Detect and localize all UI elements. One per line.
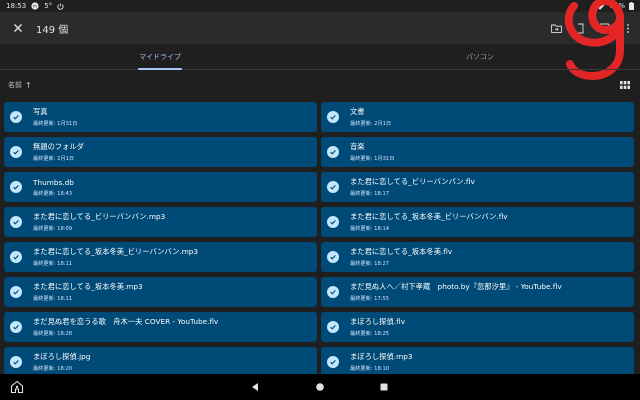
status-temperature: 5° [44,2,53,10]
file-name: また君に恋してる_坂本冬美.flv [350,247,453,256]
arrow-up-icon[interactable]: ↑ [25,81,32,90]
battery-percent: 86% [609,2,625,10]
check-icon[interactable] [327,146,339,158]
system-nav-bar [0,374,640,400]
file-modified: 最終更新: 18:09 [33,226,73,232]
selection-app-bar: 149 個 [0,12,640,44]
select-all-button[interactable] [592,12,616,44]
close-icon [14,24,22,32]
back-icon[interactable] [250,382,260,392]
file-name: また君に恋してる_坂本冬美_ビリーバンバン.mp3 [33,247,199,256]
file-modified: 最終更新: 1月31日 [33,121,78,127]
check-icon[interactable] [327,251,339,263]
file-name: また君に恋してる_坂本冬美.mp3 [33,282,143,291]
share-icon [578,23,584,33]
file-item[interactable]: また君に恋してる_ビリーバンバン.flv 最終更新: 18:17 [321,172,634,202]
file-name: Thumbs.db [33,177,74,187]
file-item[interactable]: まぼろし探偵.mp3 最終更新: 18:10 [321,347,634,377]
home-app-icon[interactable] [10,380,24,394]
file-modified: 最終更新: 18:43 [33,190,73,197]
more-vert-icon [627,23,629,33]
file-modified: 最終更新: 18:11 [33,261,73,267]
file-modified: 最終更新: 18:10 [350,366,390,372]
check-icon[interactable] [327,286,339,298]
file-modified: 最終更新: 18:11 [33,296,73,302]
file-name: 音楽 [350,142,365,151]
check-icon[interactable] [327,181,339,193]
file-modified: 最終更新: 1月31日 [350,156,395,162]
file-modified: 最終更新: 18:27 [350,261,390,267]
file-name: まだ見ぬ人へ／村下孝蔵 photo.by『忽那汐里』 - YouTube.flv [350,282,562,291]
notification-app-icon: m [31,2,39,10]
file-item[interactable]: 写真最終更新: 1月31日 [4,102,317,132]
status-time: 18:53 [6,2,27,10]
wifi-icon [595,2,605,10]
drive-tabs: マイドライブ パソコン [0,44,640,70]
check-icon[interactable] [327,111,339,123]
check-icon[interactable] [327,321,339,333]
check-icon[interactable] [327,216,339,228]
file-name: また君に恋してる_ビリーバンバン.flv [350,177,475,186]
sort-row: 名前 ↑ [0,74,640,96]
check-icon[interactable] [10,356,22,368]
file-name: まぼろし探偵.mp3 [350,352,413,361]
battery-icon [629,2,634,10]
file-modified: 最終更新: 18:28 [33,331,73,337]
file-item[interactable]: まぼろし探偵.jpg 最終更新: 18:20 [4,347,317,377]
grid-view-icon [620,81,630,89]
file-modified: 最終更新: 18:20 [33,366,73,372]
file-item[interactable]: まだ見ぬ人へ／村下孝蔵 photo.by『忽那汐里』 - YouTube.flv… [321,277,634,307]
more-options-button[interactable] [616,12,640,44]
file-item[interactable]: 無題のフォルダ 最終更新: 2月1日 [4,137,317,167]
file-modified: 最終更新: 2月1日 [350,121,392,127]
recent-apps-icon[interactable] [379,382,389,392]
tab-computers[interactable]: パソコン [320,44,640,69]
file-name: まぼろし探偵.flv [350,317,406,326]
file-item[interactable]: また君に恋してる_坂本冬美_ビリーバンバン.flv 最終更新: 18:14 [321,207,634,237]
file-name: まだ見ぬ君を恋うる歌 舟木一夫 COVER - YouTube.flv [33,317,219,326]
status-bar: 18:53 m 5° 86% [0,0,640,12]
check-icon[interactable] [327,356,339,368]
check-icon[interactable] [10,111,22,123]
select-all-icon [599,23,609,33]
move-to-folder-button[interactable] [544,12,568,44]
check-icon[interactable] [10,251,22,263]
file-name: まぼろし探偵.jpg [33,352,91,361]
close-selection-button[interactable] [0,12,36,44]
file-item[interactable]: また君に恋してる_坂本冬美.flv 最終更新: 18:27 [321,242,634,272]
home-circle-icon[interactable] [315,382,325,392]
file-name: 文書 [350,107,365,116]
check-icon[interactable] [10,321,22,333]
sort-by-name-button[interactable]: 名前 [8,80,22,90]
check-icon[interactable] [10,216,22,228]
file-item[interactable]: Thumbs.db 最終更新: 18:43 [4,172,317,202]
check-icon[interactable] [10,146,22,158]
file-item[interactable]: また君に恋してる_坂本冬美.mp3 最終更新: 18:11 [4,277,317,307]
tab-my-drive[interactable]: マイドライブ [0,44,320,69]
file-name: また君に恋してる_坂本冬美_ビリーバンバン.flv [350,212,508,221]
grid-view-button[interactable] [618,78,632,92]
check-icon[interactable] [10,181,22,193]
file-name: 写真 [33,107,48,116]
file-item[interactable]: まぼろし探偵.flv 最終更新: 18:25 [321,312,634,342]
file-modified: 最終更新: 18:14 [350,226,390,232]
file-name: また君に恋してる_ビリーバンバン.mp3 [33,212,166,221]
file-modified: 最終更新: 18:17 [350,191,390,197]
file-item[interactable]: また君に恋してる_坂本冬美_ビリーバンバン.mp3 最終更新: 18:11 [4,242,317,272]
file-modified: 最終更新: 2月1日 [33,156,75,162]
file-modified: 最終更新: 18:25 [350,331,390,337]
share-button[interactable] [568,12,592,44]
folder-move-icon [550,24,562,33]
file-item[interactable]: 音楽最終更新: 1月31日 [321,137,634,167]
file-item[interactable]: 文書最終更新: 2月1日 [321,102,634,132]
file-item[interactable]: まだ見ぬ君を恋うる歌 舟木一夫 COVER - YouTube.flv 最終更新:… [4,312,317,342]
check-icon[interactable] [10,286,22,298]
power-icon [57,2,64,10]
file-name: 無題のフォルダ [33,142,85,151]
file-modified: 最終更新: 17:55 [350,296,390,302]
file-item[interactable]: また君に恋してる_ビリーバンバン.mp3 最終更新: 18:09 [4,207,317,237]
selected-count: 149 個 [36,24,69,36]
svg-text:m: m [33,4,37,9]
file-grid: 写真 最終更新: 1月31日 文書 最終更新: 2月1日 無題のフォルダ 最終更新: … [4,102,634,377]
